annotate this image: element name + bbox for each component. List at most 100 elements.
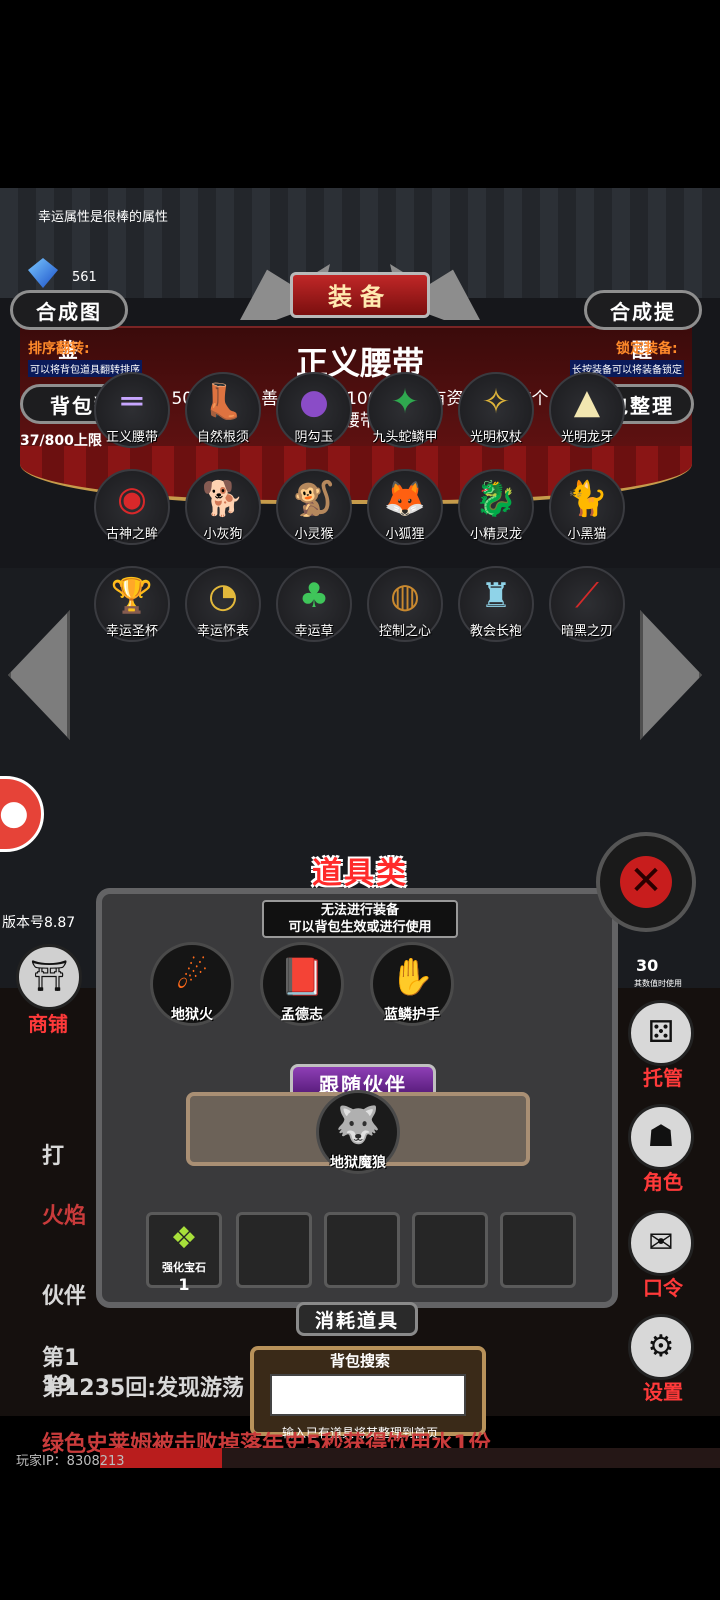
prop-label: 地狱火 <box>171 1007 213 1023</box>
consumables-tab: 消耗道具 <box>296 1302 418 1336</box>
password-label: 口令 <box>643 1276 683 1300</box>
role-label: 角色 <box>643 1170 683 1194</box>
equipment-label: 暗黑之刃 <box>560 624 613 639</box>
compose-remind-button[interactable]: 合成提醒 <box>584 290 702 362</box>
equipment-label: 小精灵龙 <box>469 527 522 542</box>
prop-label: 孟德志 <box>281 1007 323 1023</box>
search-label: 背包搜索 <box>329 1352 390 1370</box>
equipment-label: 光明权杖 <box>469 430 522 445</box>
equipment-slot[interactable]: 🦊 小狐狸 <box>365 469 445 561</box>
companion-item[interactable]: 🐺 地狱魔狼 <box>316 1090 400 1174</box>
armor-icon: ✦ <box>390 382 420 422</box>
props-panel-title: 道具类 <box>312 856 408 891</box>
prop-item[interactable]: 📕 孟德志 <box>260 942 344 1026</box>
log-line: 伙伴 <box>42 1284 87 1309</box>
equipment-slot[interactable]: ◔ 幸运怀表 <box>183 566 263 658</box>
dog-icon: 🐕 <box>201 479 245 519</box>
prop-item[interactable]: ☄ 地狱火 <box>150 942 234 1026</box>
equipment-label: 阴勾玉 <box>294 430 334 445</box>
equipment-label: 小灰狗 <box>203 527 243 542</box>
pocket-watch-icon: ◔ <box>208 576 238 616</box>
search-input[interactable] <box>270 1374 466 1416</box>
equipment-label: 古神之眸 <box>105 527 158 542</box>
equipment-slot[interactable]: ♜ 教会长袍 <box>456 566 536 658</box>
props-sub-line2: 可以背包生效或进行使用 <box>288 920 432 935</box>
scroll-icon: ✉ <box>648 1225 674 1260</box>
settings-label: 设置 <box>643 1380 683 1404</box>
dragon-icon: 🐉 <box>474 479 518 519</box>
blade-icon: ⟋ <box>575 576 599 616</box>
robe-icon: ♜ <box>480 576 512 616</box>
equipment-slot[interactable]: 👢 自然根须 <box>183 372 263 464</box>
equipment-label: 光明龙牙 <box>560 430 613 445</box>
shop-button[interactable]: ⛩ <box>16 944 82 1010</box>
role-button[interactable]: ☗ <box>628 1104 694 1170</box>
equipment-slot[interactable]: ✧ 光明权杖 <box>456 372 536 464</box>
screen: 打 火焰 伙伴 第1 19 幸运属性是很棒的属性 561 装备 合成图鉴 合成提… <box>0 0 720 1600</box>
fox-icon: 🦊 <box>383 479 427 519</box>
hooded-figure-icon: ☗ <box>647 1119 675 1154</box>
equipment-slot[interactable]: ⟋ 暗黑之刃 <box>547 566 627 658</box>
scepter-icon: ✧ <box>481 382 511 422</box>
eye-icon: ◉ <box>117 479 147 519</box>
equipment-slot[interactable]: ═ 正义腰带 <box>92 372 172 464</box>
equipment-label: 正义腰带 <box>105 430 158 445</box>
consumable-slot[interactable] <box>500 1212 576 1288</box>
auto-manage-button[interactable]: ⚄ <box>628 1000 694 1066</box>
grail-icon: 🏆 <box>110 576 154 616</box>
equipment-slot[interactable]: 🐕 小灰狗 <box>183 469 263 561</box>
equipment-slot[interactable]: ✦ 九头蛇鳞甲 <box>365 372 445 464</box>
clover-icon: ♣ <box>298 576 330 616</box>
equipment-label: 小灵猴 <box>294 527 334 542</box>
equipment-label: 控制之心 <box>378 624 431 639</box>
boots-icon: 👢 <box>201 382 245 422</box>
equipment-label: 教会长袍 <box>469 624 522 639</box>
tip-text: 幸运属性是很棒的属性 <box>38 210 169 225</box>
belt-icon: ═ <box>121 382 143 422</box>
log-line: 火焰 <box>42 1204 87 1229</box>
consumable-slot[interactable]: ❖ 强化宝石 1 <box>146 1212 222 1294</box>
equipment-slot[interactable]: 🐉 小精灵龙 <box>456 469 536 561</box>
equipment-slot[interactable]: ♣ 幸运草 <box>274 566 354 658</box>
equipment-label: 幸运草 <box>294 624 334 639</box>
equipment-title-tab: 装备 <box>290 272 430 318</box>
auto-manage-label: 托管 <box>643 1066 683 1090</box>
equipment-slot[interactable]: ▲ 光明龙牙 <box>547 372 627 464</box>
amulet-icon: ● <box>299 382 329 422</box>
equipment-label: 自然根须 <box>196 430 249 445</box>
progress-bar <box>100 1448 720 1468</box>
equipment-slot[interactable]: 🐒 小灵猴 <box>274 469 354 561</box>
consumable-count: 1 <box>178 1275 190 1294</box>
version-label: 版本号8.87 <box>2 915 76 931</box>
props-sub-line1: 无法进行装备 <box>320 903 399 918</box>
equipment-slot[interactable]: ● 阴勾玉 <box>274 372 354 464</box>
monkey-icon: 🐒 <box>292 479 336 519</box>
password-button[interactable]: ✉ <box>628 1210 694 1276</box>
equipment-label: 小黑猫 <box>567 527 607 542</box>
equipment-slot[interactable]: ◍ 控制之心 <box>365 566 445 658</box>
prop-item[interactable]: ✋ 蓝鳞护手 <box>370 942 454 1026</box>
log-line: 第1235回:发现游荡 <box>42 1376 245 1401</box>
gauntlet-icon: ✋ <box>389 957 435 998</box>
user-icon: ● <box>0 793 29 833</box>
heart-orb-icon: ◍ <box>390 576 420 616</box>
red-book-icon: 📕 <box>279 957 325 998</box>
compose-book-button[interactable]: 合成图鉴 <box>10 290 128 362</box>
consumable-slot[interactable] <box>324 1212 400 1288</box>
dice-icon: ⚄ <box>647 1015 675 1050</box>
equipment-slot[interactable]: 🐈 小黑猫 <box>547 469 627 561</box>
equipment-label: 幸运圣杯 <box>105 624 158 639</box>
close-button[interactable]: ✕ <box>596 832 696 932</box>
equipment-label: 幸运怀表 <box>196 624 249 639</box>
equipment-slot[interactable]: ◉ 古神之眸 <box>92 469 172 561</box>
equipment-slot[interactable]: 🏆 幸运圣杯 <box>92 566 172 658</box>
consumable-slot[interactable] <box>412 1212 488 1288</box>
gem-count: 561 <box>72 270 97 285</box>
consumable-slot[interactable] <box>236 1212 312 1288</box>
companion-name: 地狱魔狼 <box>330 1155 386 1171</box>
gem-cluster-icon: ❖ <box>170 1221 198 1256</box>
status-value: 30 <box>636 956 659 975</box>
cat-icon: 🐈 <box>565 479 609 519</box>
fang-icon: ▲ <box>573 382 601 422</box>
log-line: 打 <box>42 1144 65 1169</box>
